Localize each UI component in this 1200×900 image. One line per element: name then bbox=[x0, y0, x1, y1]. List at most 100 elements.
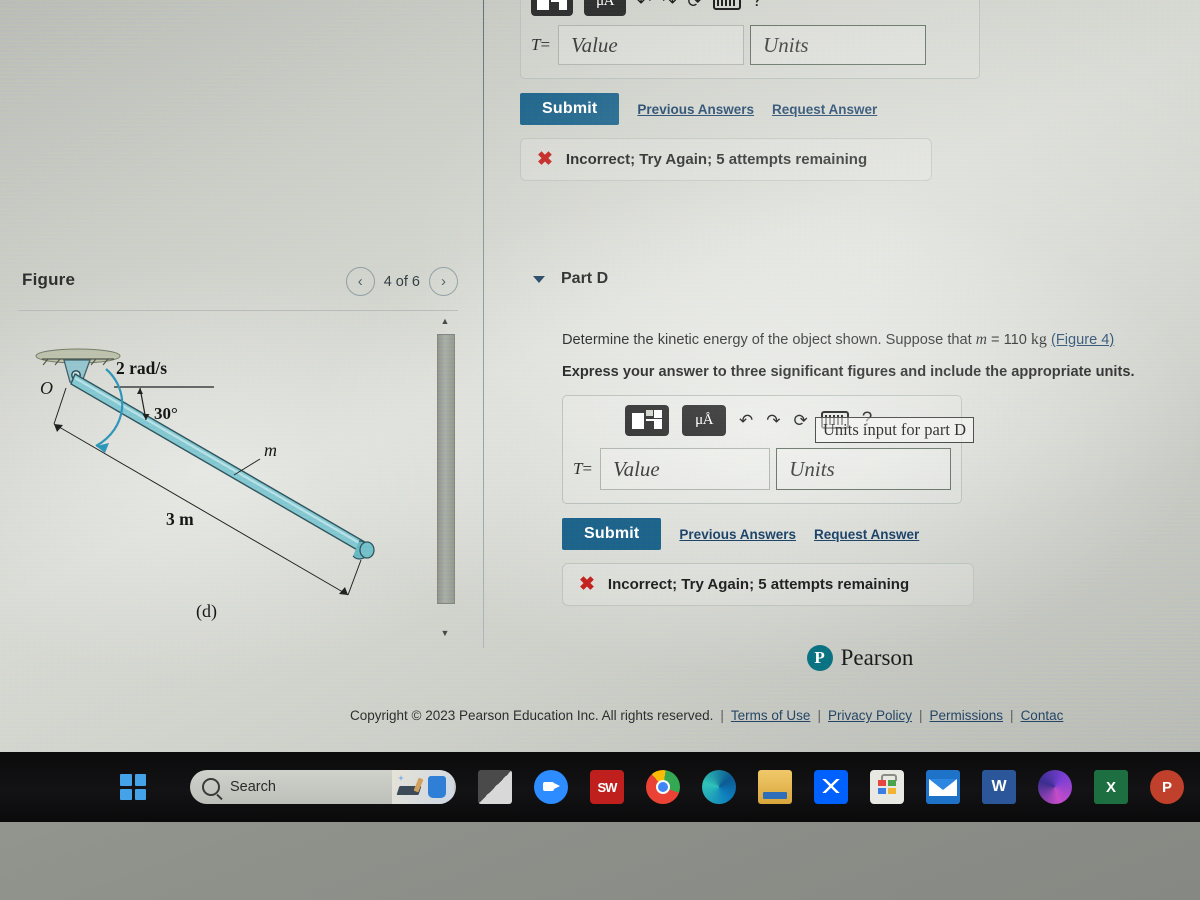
scroll-up-arrow-icon[interactable]: ▲ bbox=[435, 314, 455, 328]
redo-icon[interactable]: ↷ bbox=[766, 412, 780, 429]
figure-body: O 2 rad/s 30° m 3 m (d) ▲ ▼ bbox=[18, 312, 458, 642]
part-d-prompt: Determine the kinetic energy of the obje… bbox=[562, 331, 1115, 348]
svg-text:O: O bbox=[40, 378, 53, 398]
figure-panel: Figure ‹ 4 of 6 › O 2 rad/s 30° m 3 m (d… bbox=[0, 262, 470, 647]
copyright-text: Copyright © 2023 Pearson Education Inc. … bbox=[350, 708, 714, 723]
part-d-actions: Submit Previous Answers Request Answer bbox=[562, 518, 962, 551]
part-c-field-row: T= Value Units bbox=[531, 25, 969, 65]
excel-icon[interactable]: X bbox=[1094, 770, 1128, 804]
part-c-math-toolbar: μÅ ↶ ↷ ⟳ ? bbox=[531, 0, 969, 16]
copyright-bar: Copyright © 2023 Pearson Education Inc. … bbox=[350, 708, 1064, 723]
undo-icon[interactable]: ↶ bbox=[739, 412, 753, 429]
microsoft-365-icon[interactable] bbox=[1038, 770, 1072, 804]
part-d-value-input[interactable]: Value bbox=[600, 448, 771, 491]
taskbar-items: Search SW W X P bbox=[0, 770, 1184, 804]
part-c-feedback-text: Incorrect; Try Again; 5 attempts remaini… bbox=[565, 151, 868, 168]
scrollbar-thumb[interactable] bbox=[437, 334, 455, 604]
part-c-previous-answers-link[interactable]: Previous Answers bbox=[637, 102, 754, 117]
svg-text:30°: 30° bbox=[154, 404, 178, 423]
windows-start-icon[interactable] bbox=[120, 774, 146, 800]
pearson-mark-icon: P bbox=[806, 645, 833, 671]
units-icon[interactable]: μÅ bbox=[682, 404, 726, 436]
search-icon bbox=[202, 778, 220, 796]
part-d-section: Part D Determine the kinetic energy of t… bbox=[520, 270, 1160, 607]
part-d-feedback: ✖ Incorrect; Try Again; 5 attempts remai… bbox=[562, 563, 974, 607]
scroll-down-arrow-icon[interactable]: ▼ bbox=[435, 626, 455, 640]
figure-4-link[interactable]: (Figure 4) bbox=[1051, 332, 1114, 348]
part-d-header[interactable]: Part D bbox=[520, 270, 1160, 288]
undo-icon[interactable]: ↶ bbox=[637, 0, 651, 10]
redo-icon[interactable]: ↷ bbox=[662, 0, 676, 10]
part-c-actions: Submit Previous Answers Request Answer bbox=[520, 93, 980, 125]
edge-icon[interactable] bbox=[702, 770, 736, 804]
part-d-previous-answers-link[interactable]: Previous Answers bbox=[679, 527, 796, 542]
part-d-title: Part D bbox=[561, 270, 609, 287]
part-d-units-input[interactable]: Units bbox=[776, 448, 951, 491]
powerpoint-icon[interactable]: P bbox=[1150, 770, 1184, 804]
svg-text:m: m bbox=[264, 440, 277, 460]
svg-text:2 rad/s: 2 rad/s bbox=[116, 358, 167, 378]
figure-divider bbox=[18, 310, 458, 311]
svg-text:(d): (d) bbox=[196, 601, 217, 622]
units-input-tooltip: Units input for part D bbox=[815, 417, 974, 443]
math-template-icon[interactable] bbox=[531, 0, 573, 16]
permissions-link[interactable]: Permissions bbox=[930, 708, 1004, 723]
figure-title: Figure bbox=[22, 270, 76, 289]
reset-icon[interactable]: ⟳ bbox=[688, 0, 702, 10]
search-input[interactable]: Search bbox=[190, 770, 456, 804]
problem-column: μÅ ↶ ↷ ⟳ ? T= Value Units Submit Previou… bbox=[520, 0, 1200, 700]
figure-scrollbar[interactable]: ▲ ▼ bbox=[435, 314, 455, 640]
part-d-instruction: Express your answer to three significant… bbox=[562, 363, 1135, 380]
windows-taskbar: Search SW W X P bbox=[0, 752, 1200, 822]
part-d-request-answer-link[interactable]: Request Answer bbox=[814, 527, 919, 542]
reset-icon[interactable]: ⟳ bbox=[794, 412, 808, 429]
contact-link[interactable]: Contac bbox=[1021, 708, 1064, 723]
privacy-policy-link[interactable]: Privacy Policy bbox=[828, 708, 912, 723]
figure-prev-button[interactable]: ‹ bbox=[345, 267, 375, 296]
part-d-answer-box: μÅ ↶ ↷ ⟳ ? T= bbox=[562, 395, 962, 505]
chevron-down-icon[interactable] bbox=[533, 275, 545, 283]
part-d-field-row: T= Value Units bbox=[573, 448, 951, 491]
part-d-body: Determine the kinetic energy of the obje… bbox=[520, 328, 1160, 607]
mail-icon[interactable] bbox=[926, 770, 960, 804]
part-c-request-answer-link[interactable]: Request Answer bbox=[772, 102, 877, 117]
svg-text:3 m: 3 m bbox=[166, 509, 194, 529]
chrome-icon[interactable] bbox=[646, 770, 680, 804]
error-x-icon: ✖ bbox=[579, 574, 595, 596]
part-c-lhs: T= bbox=[531, 35, 551, 54]
microsoft-store-icon[interactable] bbox=[870, 770, 904, 804]
part-c-units-input[interactable]: Units bbox=[750, 25, 927, 65]
help-icon[interactable]: ? bbox=[752, 0, 763, 12]
part-d-lhs: T= bbox=[573, 459, 593, 479]
scrollbar-track[interactable] bbox=[437, 328, 455, 626]
part-c-value-input[interactable]: Value bbox=[558, 25, 745, 65]
pearson-logo: P Pearson bbox=[520, 645, 1200, 671]
word-icon[interactable]: W bbox=[982, 770, 1016, 804]
figure-navigation: ‹ 4 of 6 › bbox=[345, 267, 458, 296]
mechanics-diagram: O 2 rad/s 30° m 3 m (d) bbox=[35, 348, 375, 622]
figure-next-button[interactable]: › bbox=[429, 267, 458, 296]
units-icon[interactable]: μÅ bbox=[584, 0, 626, 16]
task-view-icon[interactable] bbox=[478, 770, 512, 804]
search-placeholder: Search bbox=[230, 779, 276, 795]
smartwork-icon[interactable]: SW bbox=[590, 770, 624, 804]
zoom-icon[interactable] bbox=[534, 770, 568, 804]
part-d-submit-button[interactable]: Submit bbox=[562, 518, 662, 551]
figure-counter: 4 of 6 bbox=[383, 273, 420, 290]
terms-of-use-link[interactable]: Terms of Use bbox=[731, 708, 811, 723]
part-c-answer-section: μÅ ↶ ↷ ⟳ ? T= Value Units Submit Previou… bbox=[520, 0, 980, 181]
figure-header: Figure ‹ 4 of 6 › bbox=[0, 262, 470, 311]
file-explorer-icon[interactable] bbox=[758, 770, 792, 804]
part-c-submit-button[interactable]: Submit bbox=[520, 93, 620, 125]
part-c-answer-box: μÅ ↶ ↷ ⟳ ? T= Value Units bbox=[520, 0, 980, 79]
panel-splitter[interactable] bbox=[483, 0, 484, 648]
screen-area: Figure ‹ 4 of 6 › O 2 rad/s 30° m 3 m (d… bbox=[0, 0, 1200, 752]
keyboard-icon[interactable] bbox=[712, 0, 741, 10]
dropbox-icon[interactable] bbox=[814, 770, 848, 804]
monitor-photo-backdrop: Figure ‹ 4 of 6 › O 2 rad/s 30° m 3 m (d… bbox=[0, 0, 1200, 900]
math-template-icon[interactable] bbox=[625, 404, 669, 436]
part-c-feedback: ✖ Incorrect; Try Again; 5 attempts remai… bbox=[520, 138, 932, 181]
part-d-feedback-text: Incorrect; Try Again; 5 attempts remaini… bbox=[607, 576, 910, 594]
part-d-answer-area: μÅ ↶ ↷ ⟳ ? T= bbox=[562, 395, 974, 607]
search-decoration-image bbox=[392, 770, 454, 804]
